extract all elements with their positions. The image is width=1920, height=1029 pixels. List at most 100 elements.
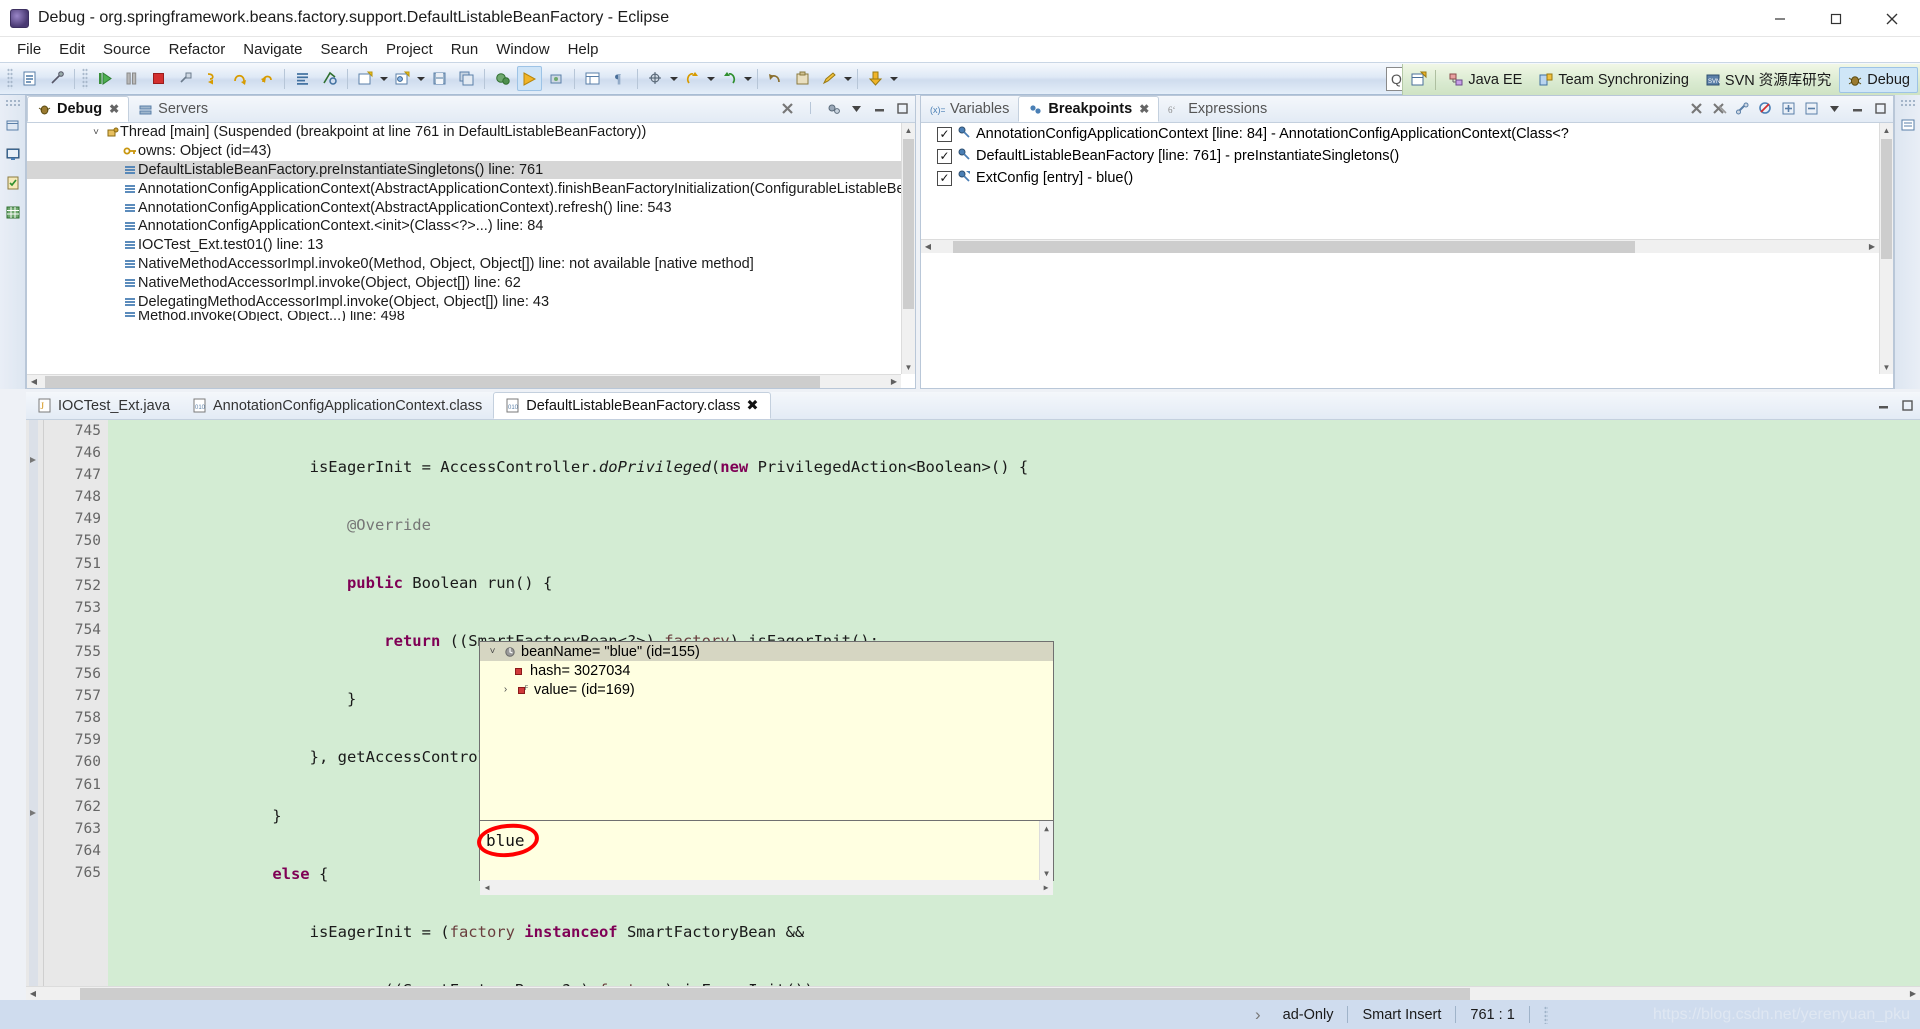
vscroll-thumb[interactable]	[903, 139, 914, 309]
maximize-button[interactable]	[1808, 0, 1864, 37]
perspective-java-ee[interactable]: Java EE	[1440, 67, 1530, 93]
maximize-breakpoints-view-icon[interactable]	[1871, 99, 1889, 117]
previous-annotation-icon[interactable]	[680, 66, 705, 91]
debug-last-icon[interactable]	[490, 66, 515, 91]
breakpoint-row[interactable]: AnnotationConfigApplicationContext [line…	[921, 123, 1879, 145]
hscroll-track[interactable]	[494, 881, 1039, 895]
new-java-project-icon[interactable]	[353, 66, 378, 91]
right-rail-grip[interactable]	[1899, 99, 1916, 106]
popup-row-hash[interactable]: hash= 3027034	[480, 661, 1053, 680]
tree-row-owns[interactable]: owns: Object (id=43)	[27, 142, 915, 161]
detail-value-pane[interactable]: blue ▲ ▼ ◀ ▶	[475, 821, 1054, 895]
suspend-icon[interactable]	[119, 66, 144, 91]
download-icon[interactable]	[863, 66, 888, 91]
next-annotation-icon[interactable]	[717, 66, 742, 91]
new-java-project-dropdown[interactable]	[379, 66, 389, 91]
maximize-view-icon[interactable]	[893, 99, 911, 117]
remove-all-breakpoints-icon[interactable]	[1710, 99, 1728, 117]
editor-tab-ioctest[interactable]: J IOCTest_Ext.java	[26, 392, 181, 419]
link-with-debug-view-icon[interactable]	[1733, 99, 1751, 117]
scroll-right-icon[interactable]: ▶	[1906, 989, 1920, 998]
expand-twisty[interactable]: ˅	[89, 127, 103, 138]
perspective-svn[interactable]: SVN SVN 资源库研究	[1697, 64, 1839, 95]
menu-run[interactable]: Run	[442, 39, 488, 60]
back-history-icon[interactable]	[763, 66, 788, 91]
search-dropdown[interactable]	[669, 66, 679, 91]
tab-debug[interactable]: Debug ✖	[27, 96, 130, 122]
breakpoint-checkbox[interactable]	[937, 126, 952, 142]
menu-refactor[interactable]: Refactor	[160, 39, 235, 60]
popup-row-beanname[interactable]: ˅ beanName= "blue" (id=155)	[480, 642, 1053, 661]
perspective-team-synchronizing[interactable]: Team Synchronizing	[1530, 67, 1697, 93]
menu-help[interactable]: Help	[559, 39, 608, 60]
toolbar-grip-debug[interactable]	[82, 68, 88, 89]
debug-tree-hscrollbar[interactable]: ◀ ▶	[27, 374, 901, 388]
debug-view-options-icon[interactable]	[824, 99, 842, 117]
pencil-icon[interactable]	[817, 66, 842, 91]
hscroll-track[interactable]	[935, 240, 1865, 254]
scroll-right-icon[interactable]: ▶	[887, 377, 901, 386]
terminate-icon[interactable]	[146, 66, 171, 91]
tree-row-stackframe[interactable]: Method.invoke(Object, Object...) line: 4…	[27, 311, 915, 321]
new-wizard-icon[interactable]	[17, 66, 42, 91]
scroll-left-icon[interactable]: ◀	[27, 377, 41, 386]
menu-search[interactable]: Search	[311, 39, 377, 60]
rail-grip[interactable]	[4, 99, 21, 106]
breakpoints-list[interactable]: AnnotationConfigApplicationContext [line…	[921, 123, 1879, 388]
expand-all-icon[interactable]	[1779, 99, 1797, 117]
breakpoints-hscrollbar[interactable]: ◀ ▶	[921, 239, 1879, 253]
scroll-left-icon[interactable]: ◀	[26, 989, 40, 998]
debug-stack-tree[interactable]: ˅ Thread [main] (Suspended (breakpoint a…	[27, 123, 915, 388]
servers-view-icon[interactable]	[2, 201, 23, 222]
popup-row-value[interactable]: › F value= (id=169)	[480, 680, 1053, 699]
breakpoint-checkbox[interactable]	[937, 170, 952, 186]
detail-pane-vscrollbar[interactable]: ▲ ▼	[1039, 821, 1053, 880]
new-class-icon[interactable]	[390, 66, 415, 91]
breakpoint-checkbox[interactable]	[937, 148, 952, 164]
external-tools-icon[interactable]	[544, 66, 569, 91]
toolbar-grip[interactable]	[7, 68, 13, 89]
tree-row-stackframe[interactable]: AnnotationConfigApplicationContext.<init…	[27, 217, 915, 236]
next-dropdown[interactable]	[743, 66, 753, 91]
scroll-left-icon[interactable]: ◀	[921, 242, 935, 251]
scroll-down-icon[interactable]: ▼	[1040, 866, 1053, 880]
breakpoint-row[interactable]: ExtConfig [entry] - blue()	[921, 167, 1879, 189]
menu-source[interactable]: Source	[94, 39, 160, 60]
run-last-icon[interactable]	[517, 66, 542, 91]
tree-row-stackframe[interactable]: IOCTest_Ext.test01() line: 13	[27, 236, 915, 255]
format-icon[interactable]	[290, 66, 315, 91]
close-icon[interactable]: ✖	[746, 398, 758, 414]
scroll-right-icon[interactable]: ▶	[1039, 883, 1053, 892]
tab-variables[interactable]: (x)= Variables	[921, 96, 1018, 122]
scroll-right-icon[interactable]: ▶	[1865, 242, 1879, 251]
hscroll-track[interactable]	[41, 375, 887, 389]
minimize-editor-icon[interactable]	[1874, 396, 1892, 414]
open-perspective-icon[interactable]	[1405, 67, 1431, 92]
hscroll-thumb[interactable]	[45, 375, 820, 388]
tree-row-stackframe[interactable]: DelegatingMethodAccessorImpl.invoke(Obje…	[27, 292, 915, 311]
new-class-dropdown[interactable]	[416, 66, 426, 91]
menu-project[interactable]: Project	[377, 39, 442, 60]
save-icon[interactable]	[427, 66, 452, 91]
tree-row-thread[interactable]: ˅ Thread [main] (Suspended (breakpoint a…	[27, 123, 915, 142]
tab-servers[interactable]: Servers	[129, 96, 217, 122]
tab-expressions[interactable]: 6‘ Expressions	[1159, 96, 1276, 122]
tree-row-stackframe[interactable]: NativeMethodAccessorImpl.invoke0(Method,…	[27, 255, 915, 274]
maximize-editor-icon[interactable]	[1898, 396, 1916, 414]
minimize-button[interactable]	[1752, 0, 1808, 37]
hscroll-track[interactable]	[40, 987, 1906, 1001]
scroll-up-icon[interactable]: ▲	[902, 123, 915, 137]
disconnect-icon[interactable]	[173, 66, 198, 91]
tab-breakpoints[interactable]: Breakpoints ✖	[1018, 96, 1160, 122]
menu-navigate[interactable]: Navigate	[234, 39, 311, 60]
tree-row-stackframe[interactable]: AnnotationConfigApplicationContext(Abstr…	[27, 179, 915, 198]
scroll-down-icon[interactable]: ▼	[1880, 360, 1893, 374]
step-over-icon[interactable]	[227, 66, 252, 91]
skip-all-breakpoints-icon[interactable]	[1756, 99, 1774, 117]
download-dropdown[interactable]	[889, 66, 899, 91]
editor-tab-defaultlistablebeanfactory[interactable]: 010 DefaultListableBeanFactory.class ✖	[493, 392, 771, 419]
scroll-up-icon[interactable]: ▲	[1880, 123, 1893, 137]
pilcrow-icon[interactable]: ¶	[607, 66, 632, 91]
status-expand-icon[interactable]: ›	[1255, 1005, 1261, 1025]
close-icon[interactable]: ✖	[109, 102, 119, 116]
